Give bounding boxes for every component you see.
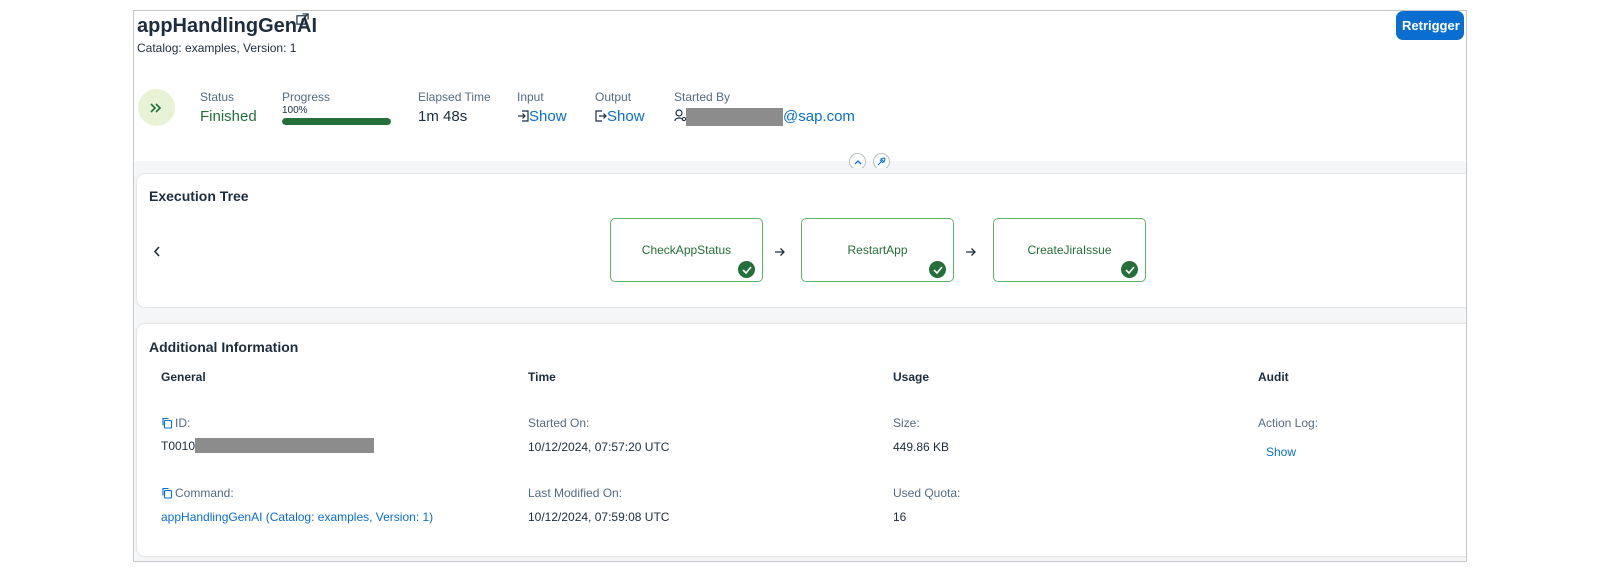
output-show-link[interactable]: Show <box>595 108 645 125</box>
progress-label: Progress <box>282 90 331 104</box>
page-subtitle: Catalog: examples, Version: 1 <box>137 41 297 55</box>
tree-node-createjiraissue[interactable]: CreateJiraIssue <box>993 218 1146 282</box>
column-usage: Usage <box>893 370 930 384</box>
action-log-label: Action Log: <box>1258 416 1319 430</box>
app-window: appHandlingGenAI Catalog: examples, Vers… <box>133 10 1467 562</box>
chevron-up-icon <box>854 159 861 164</box>
used-quota-value: 16 <box>893 510 907 524</box>
id-label-text: ID: <box>175 416 191 430</box>
output-label: Output <box>595 90 632 104</box>
kpi-progress: Progress 100% <box>282 90 391 125</box>
check-icon <box>929 261 946 278</box>
arrow-right-icon <box>966 248 976 256</box>
double-chevron-right-icon <box>149 102 161 113</box>
kpi-input: Input Show <box>517 90 567 125</box>
execution-tree-card: Execution Tree CheckAppStatus RestartApp <box>137 174 1466 307</box>
user-icon <box>674 109 687 122</box>
id-field-label: ID: <box>161 416 190 430</box>
started-on-value: 10/12/2024, 07:57:20 UTC <box>528 440 670 454</box>
status-value: Finished <box>200 108 257 125</box>
page-title: appHandlingGenAI <box>137 15 317 37</box>
column-general: General <box>161 370 206 384</box>
elapsed-label: Elapsed Time <box>418 90 491 104</box>
input-icon <box>518 110 529 122</box>
additional-information-title: Additional Information <box>149 339 299 355</box>
started-by-email-domain[interactable]: @sap.com <box>783 108 855 125</box>
size-value: 449.86 KB <box>893 440 950 454</box>
node-label: RestartApp <box>847 243 908 257</box>
progress-bar <box>282 118 391 125</box>
status-label: Status <box>200 90 235 104</box>
output-icon <box>595 110 607 122</box>
kpi-started-by: Started By @sap.com <box>674 90 855 127</box>
check-icon <box>738 261 755 278</box>
execution-tree-title: Execution Tree <box>149 188 249 204</box>
input-show-text[interactable]: Show <box>529 108 567 125</box>
elapsed-value: 1m 48s <box>418 108 468 125</box>
kpi-elapsed-time: Elapsed Time 1m 48s <box>418 90 491 125</box>
command-link[interactable]: appHandlingGenAI (Catalog: examples, Ver… <box>161 510 433 524</box>
kpi-output: Output Show <box>595 90 645 125</box>
command-label-text: Command: <box>175 486 234 500</box>
id-value: T0010 <box>161 438 375 453</box>
tree-node-restartapp[interactable]: RestartApp <box>801 218 954 282</box>
chevron-left-icon[interactable] <box>153 246 161 257</box>
status-avatar <box>138 89 175 126</box>
additional-information-card: Additional Information General Time Usag… <box>137 324 1466 556</box>
node-label: CreateJiraIssue <box>1027 243 1112 257</box>
progress-percent: 100% <box>282 105 308 116</box>
input-show-link[interactable]: Show <box>517 108 567 125</box>
action-log-show-link[interactable]: Show <box>1266 445 1296 459</box>
output-show-text[interactable]: Show <box>607 108 645 125</box>
copy-icon[interactable] <box>161 487 173 499</box>
size-label: Size: <box>893 416 920 430</box>
object-page-header: appHandlingGenAI Catalog: examples, Vers… <box>134 11 1466 164</box>
column-time: Time <box>528 370 556 384</box>
started-by-label: Started By <box>674 90 731 104</box>
column-audit: Audit <box>1258 370 1289 384</box>
progress-fill <box>282 118 391 125</box>
input-label: Input <box>517 90 544 104</box>
kpi-status: Status Finished <box>200 90 257 125</box>
tree-node-checkappstatus[interactable]: CheckAppStatus <box>610 218 763 282</box>
node-label: CheckAppStatus <box>641 243 732 257</box>
last-modified-label: Last Modified On: <box>528 486 623 500</box>
arrow-right-icon <box>775 248 785 256</box>
redacted-user <box>686 108 783 127</box>
external-link-icon[interactable] <box>296 13 309 26</box>
used-quota-label: Used Quota: <box>893 486 961 500</box>
last-modified-value: 10/12/2024, 07:59:08 UTC <box>528 510 670 524</box>
copy-icon[interactable] <box>161 417 173 429</box>
id-prefix: T0010 <box>161 439 196 453</box>
redacted-id <box>195 438 375 453</box>
command-field-label: Command: <box>161 486 234 500</box>
check-icon <box>1121 261 1138 278</box>
content-area: Execution Tree CheckAppStatus RestartApp <box>134 168 1466 561</box>
pin-icon <box>877 157 886 166</box>
started-on-label: Started On: <box>528 416 590 430</box>
started-by-value: @sap.com <box>674 108 855 127</box>
retrigger-button[interactable]: Retrigger <box>1396 11 1464 40</box>
